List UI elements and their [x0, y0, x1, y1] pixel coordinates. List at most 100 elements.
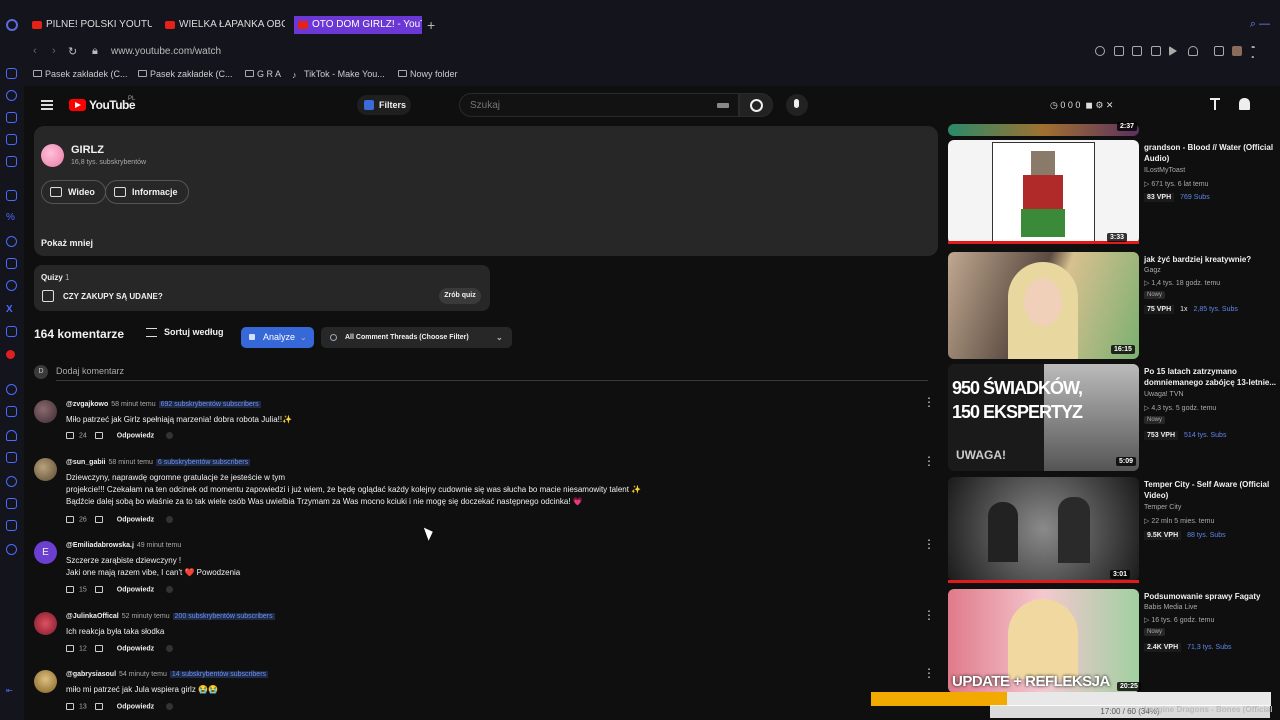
- sort-icon[interactable]: [146, 328, 157, 337]
- tab-1[interactable]: PILNE! POLSKI YOUTUBER: [28, 16, 152, 34]
- upload-icon[interactable]: [1210, 98, 1220, 110]
- video-button[interactable]: Wideo: [41, 180, 106, 204]
- messenger-icon[interactable]: [6, 236, 17, 247]
- browser-logo-icon[interactable]: [6, 19, 18, 31]
- channel-name[interactable]: GIRLZ: [71, 144, 104, 156]
- percent-icon[interactable]: %: [6, 212, 17, 223]
- like-icon[interactable]: [66, 432, 74, 439]
- url-text[interactable]: www.youtube.com/watch: [111, 46, 221, 57]
- sort-button[interactable]: Sortuj według: [164, 327, 224, 337]
- video-title[interactable]: jak żyć bardziej kreatywnie?: [1144, 254, 1278, 265]
- bookmark-1[interactable]: Pasek zakładek (C...: [33, 69, 128, 79]
- sidebar-app-icon[interactable]: [6, 384, 17, 395]
- notifications-icon[interactable]: [1239, 98, 1250, 110]
- add-comment-input[interactable]: Dodaj komentarz: [56, 366, 124, 376]
- video-title[interactable]: Imagine Dragons - Bones (Official: [1144, 704, 1278, 715]
- dislike-icon[interactable]: [94, 645, 103, 652]
- search-tabs-icon[interactable]: ⌕ —: [1250, 18, 1270, 31]
- bookmark-5[interactable]: Nowy folder: [398, 69, 458, 79]
- filters-button[interactable]: Filters: [357, 95, 411, 115]
- send-icon[interactable]: [1169, 46, 1177, 56]
- tab-2[interactable]: WIELKA ŁAPANKA OBCOK: [161, 16, 285, 34]
- comment-avatar[interactable]: E: [34, 541, 57, 564]
- search-button[interactable]: [739, 93, 773, 117]
- pin-icon[interactable]: [1114, 46, 1124, 56]
- comment-author[interactable]: @Emiliadabrowska.j: [66, 542, 134, 549]
- settings-icon[interactable]: [6, 544, 17, 555]
- sidebar-app-icon[interactable]: [6, 452, 17, 463]
- reply-button[interactable]: Odpowiedz: [117, 432, 154, 439]
- sidebar-collapse-icon[interactable]: ⇤: [6, 686, 17, 697]
- youtube-sidebar-icon[interactable]: [6, 350, 15, 359]
- heart-icon[interactable]: [1188, 46, 1198, 56]
- video-thumbnail[interactable]: [948, 252, 1139, 359]
- video-title[interactable]: grandson - Blood // Water (Official Audi…: [1144, 142, 1278, 164]
- menu-dots-icon[interactable]: [1251, 46, 1255, 58]
- video-channel[interactable]: ILostMyToast: [1144, 167, 1185, 174]
- like-icon[interactable]: [66, 703, 74, 710]
- reload-icon[interactable]: ↻: [68, 45, 77, 58]
- sidebar-app-icon[interactable]: [6, 520, 17, 531]
- comment-menu-icon[interactable]: ⋮: [923, 538, 935, 550]
- comment-author[interactable]: @zvgajkowo: [66, 401, 108, 408]
- zoom-icon[interactable]: [1095, 46, 1105, 56]
- comment-menu-icon[interactable]: ⋮: [923, 396, 935, 408]
- extensions-icon[interactable]: [1214, 46, 1224, 56]
- youtube-logo-icon[interactable]: [69, 99, 86, 111]
- dislike-icon[interactable]: [94, 432, 103, 439]
- keyboard-icon[interactable]: [717, 103, 729, 108]
- dislike-icon[interactable]: [94, 703, 103, 710]
- bookmark-4[interactable]: ♪ TikTok - Make You...: [292, 69, 385, 80]
- comment-menu-icon[interactable]: ⋮: [923, 667, 935, 679]
- comment-author[interactable]: @JulinkaOffical: [66, 613, 119, 620]
- reply-button[interactable]: Odpowiedz: [117, 586, 154, 593]
- comment-author[interactable]: @gabrysiasoul: [66, 671, 116, 678]
- profile-avatar[interactable]: [1232, 46, 1242, 56]
- video-title[interactable]: Temper City - Self Aware (Official Video…: [1144, 479, 1278, 501]
- screenshot-icon[interactable]: [1132, 46, 1142, 56]
- comment-avatar[interactable]: [34, 612, 57, 635]
- telegram-icon[interactable]: [6, 326, 17, 337]
- comment-menu-icon[interactable]: ⋮: [923, 609, 935, 621]
- video-channel[interactable]: Uwaga! TVN: [1144, 391, 1184, 398]
- sidebar-app-icon[interactable]: [6, 134, 17, 145]
- comment-menu-icon[interactable]: ⋮: [923, 455, 935, 467]
- bookmark-2[interactable]: Pasek zakładek (C...: [138, 69, 233, 79]
- reply-button[interactable]: Odpowiedz: [117, 645, 154, 652]
- like-icon[interactable]: [66, 645, 74, 652]
- video-channel[interactable]: Temper City: [1144, 504, 1181, 511]
- sidebar-app-icon[interactable]: [6, 90, 17, 101]
- reply-button[interactable]: Odpowiedz: [117, 703, 154, 710]
- comment-avatar[interactable]: [34, 670, 57, 693]
- new-tab-button[interactable]: +: [427, 17, 435, 33]
- show-less-link[interactable]: Pokaż mniej: [41, 238, 93, 248]
- dislike-icon[interactable]: [94, 516, 103, 523]
- voice-search-button[interactable]: [786, 94, 808, 116]
- history-icon[interactable]: [6, 476, 17, 487]
- reply-button[interactable]: Odpowiedz: [117, 516, 154, 523]
- video-thumbnail[interactable]: [948, 140, 1139, 244]
- like-icon[interactable]: [66, 586, 74, 593]
- sidebar-app-icon[interactable]: [6, 280, 17, 291]
- threads-filter-dropdown[interactable]: All Comment Threads (Choose Filter) ⌄: [321, 327, 512, 348]
- bookmark-3[interactable]: G R A: [245, 69, 281, 79]
- sidebar-app-icon[interactable]: [6, 156, 17, 167]
- video-channel[interactable]: Gagz: [1144, 267, 1161, 274]
- video-thumbnail[interactable]: [948, 124, 1139, 136]
- tab-3-active[interactable]: OTO DOM GIRLZ! - YouTub: [294, 16, 422, 34]
- x-icon[interactable]: X: [6, 304, 17, 315]
- discord-icon[interactable]: [6, 258, 17, 269]
- download-icon[interactable]: [6, 498, 17, 509]
- info-button[interactable]: Informacje: [105, 180, 189, 204]
- sidebar-app-icon[interactable]: [6, 112, 17, 123]
- sidebar-app-icon[interactable]: [6, 68, 17, 79]
- video-title[interactable]: Podsumowanie sprawy Fagaty: [1144, 591, 1278, 602]
- comment-avatar[interactable]: [34, 400, 57, 423]
- dislike-icon[interactable]: [94, 586, 103, 593]
- search-input[interactable]: [459, 93, 739, 117]
- comment-author[interactable]: @sun_gabii: [66, 459, 106, 466]
- video-channel[interactable]: Babis Media Live: [1144, 604, 1197, 611]
- sidebar-app-icon[interactable]: [6, 190, 17, 201]
- back-icon[interactable]: ‹: [33, 45, 37, 57]
- sidebar-app-icon[interactable]: [6, 406, 17, 417]
